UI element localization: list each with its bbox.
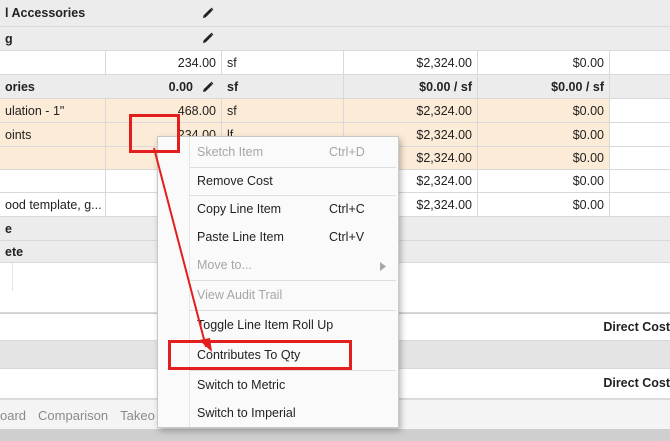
annotation-arrow xyxy=(153,147,212,352)
